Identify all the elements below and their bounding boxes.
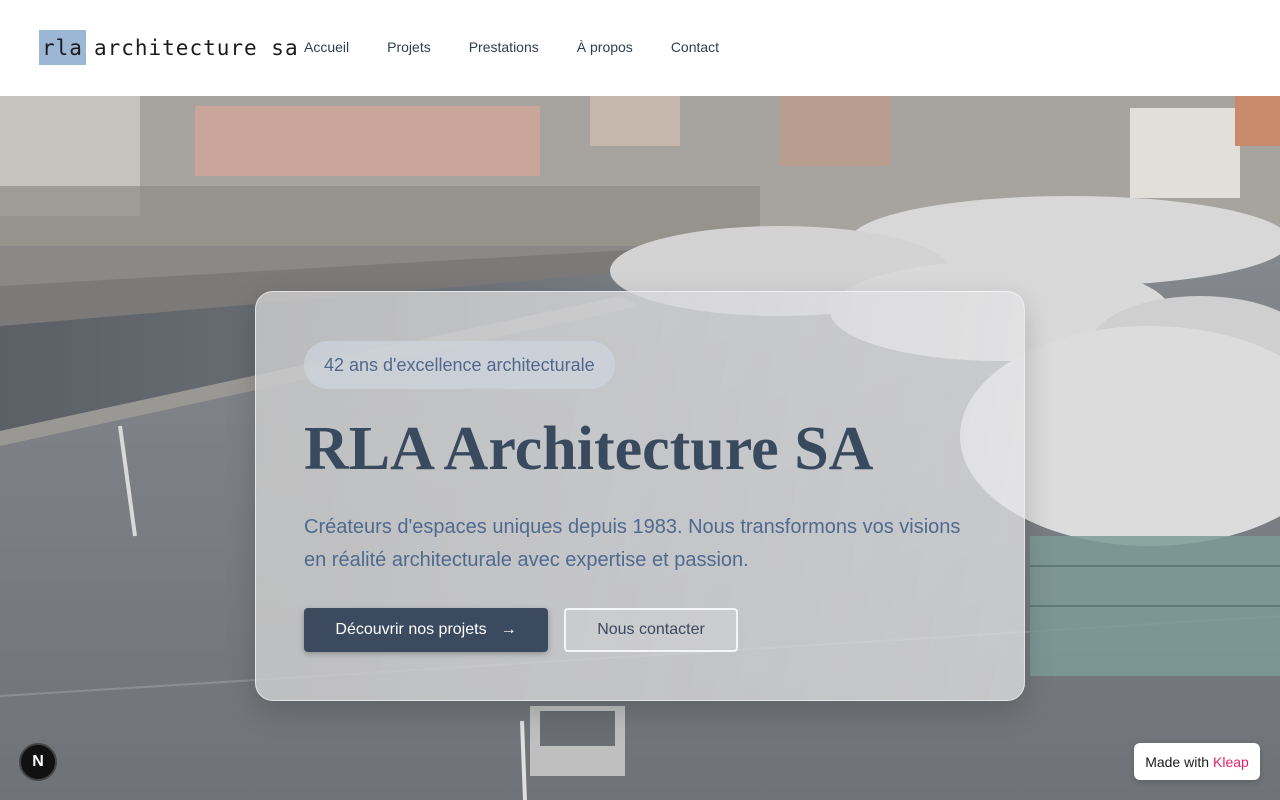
made-with-label: Made with: [1145, 753, 1209, 770]
kleap-brand-label: Kleap: [1213, 753, 1249, 770]
site-header: rla architecture sa Accueil Projets Pres…: [0, 0, 1280, 96]
n-logo-button[interactable]: N: [19, 743, 57, 781]
made-with-kleap-badge[interactable]: Made with Kleap: [1134, 743, 1260, 780]
nav-projets[interactable]: Projets: [387, 37, 431, 57]
hero-section: 42 ans d'excellence architecturale RLA A…: [0, 96, 1280, 800]
arrow-right-icon: →: [500, 621, 517, 638]
nav-accueil[interactable]: Accueil: [304, 37, 349, 57]
discover-projects-label: Découvrir nos projets: [335, 621, 487, 638]
main-nav: Accueil Projets Prestations À propos Con…: [304, 37, 757, 57]
nav-a-propos[interactable]: À propos: [577, 37, 633, 57]
logo-mark: rla: [39, 30, 86, 65]
discover-projects-button[interactable]: Découvrir nos projets →: [304, 608, 548, 652]
nav-contact[interactable]: Contact: [671, 37, 719, 57]
experience-badge: 42 ans d'excellence architecturale: [304, 341, 615, 389]
nav-prestations[interactable]: Prestations: [469, 37, 539, 57]
hero-title: RLA Architecture SA: [304, 415, 874, 483]
contact-us-button[interactable]: Nous contacter: [564, 608, 738, 652]
site-logo[interactable]: rla architecture sa: [39, 30, 299, 65]
hero-description: Créateurs d'espaces uniques depuis 1983.…: [304, 516, 961, 571]
hero-card: 42 ans d'excellence architecturale RLA A…: [255, 291, 1025, 701]
logo-text: architecture sa: [93, 35, 299, 60]
